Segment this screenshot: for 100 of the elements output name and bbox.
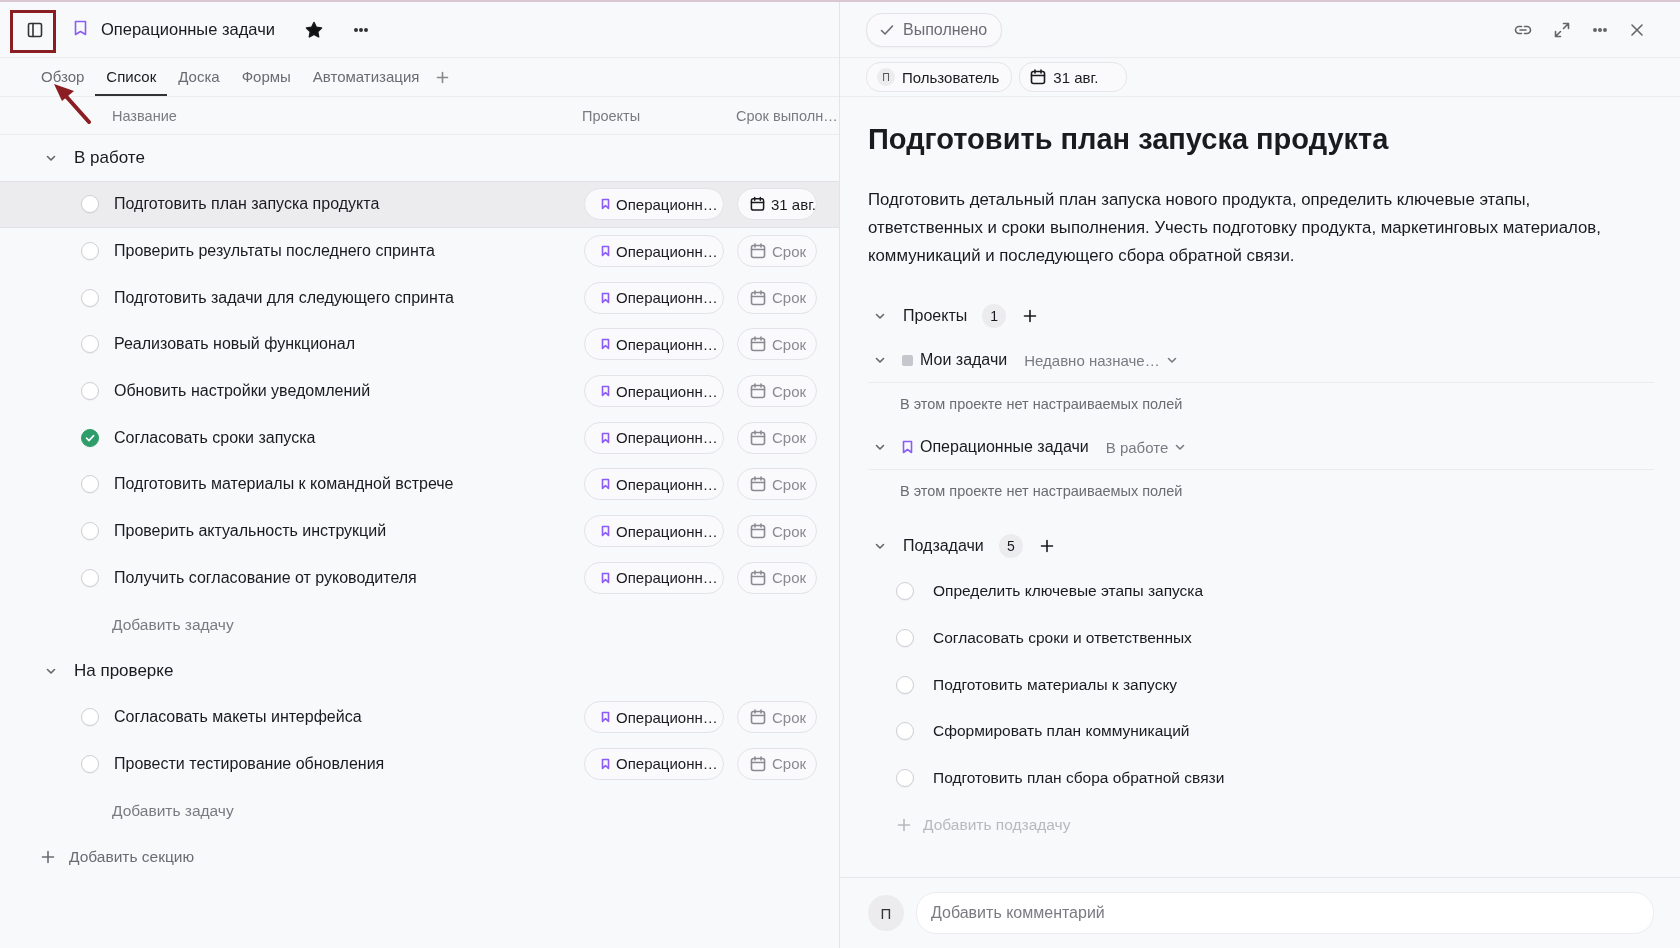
task-name: Получить согласование от руководителя xyxy=(114,568,418,587)
task-description: Подготовить детальный план запуска нового продукта, определить ключевые этапы, ответственных и сроки выполнения. Учесть подготовку продукта, маркетинговых материалов, коммуникаций и последующего сбора обратной связи. xyxy=(868,189,1602,267)
due-date-chip[interactable]: 31 авг. xyxy=(737,188,817,221)
highlight-frame xyxy=(10,10,56,53)
calendar-icon xyxy=(750,755,766,772)
task-name: Подготовить материалы к командной встрече xyxy=(114,475,455,494)
task-row[interactable]: Подготовить материалы к командной встрече Операционн… Срок xyxy=(0,461,839,508)
add-icon[interactable] xyxy=(1039,539,1054,553)
empty-fields-note: В этом проекте нет настраиваемых полей xyxy=(900,396,1183,412)
check-circle[interactable] xyxy=(81,242,99,261)
calendar-icon xyxy=(750,289,766,306)
check-circle[interactable] xyxy=(896,675,914,694)
project-name[interactable]: Мои задачи xyxy=(920,351,1008,369)
subtask-name[interactable]: Определить ключевые этапы запуска xyxy=(933,582,1204,601)
check-circle[interactable] xyxy=(81,475,99,494)
subtask-name[interactable]: Сформировать план коммуникаций xyxy=(933,722,1190,741)
task-row[interactable]: Проверить результаты последнего спринта Операционн… Срок xyxy=(0,227,839,275)
check-circle[interactable] xyxy=(81,754,99,773)
check-circle[interactable] xyxy=(896,769,914,788)
add-task-link[interactable]: Добавить задачу xyxy=(112,615,234,634)
project-chip[interactable]: Операционн… xyxy=(584,701,724,734)
project-name[interactable]: Операционные задачи xyxy=(920,438,1089,456)
project-chip[interactable]: Операционн… xyxy=(584,328,724,361)
project-chip[interactable]: Операционн… xyxy=(584,421,724,454)
bookmark-icon xyxy=(601,198,610,211)
task-row[interactable]: Обновить настройки уведомлений Операционн… Срок xyxy=(0,367,839,415)
bookmark-icon xyxy=(601,571,610,584)
check-circle[interactable] xyxy=(81,195,99,214)
task-name: Подготовить задачи для следующего спринта xyxy=(114,288,455,307)
tab[interactable]: Автоматизация xyxy=(301,58,431,96)
calendar-icon xyxy=(750,243,766,260)
task-row[interactable]: Получить согласование от руководителя Операционн… Срок xyxy=(0,554,839,602)
bookmark-icon xyxy=(601,711,610,724)
section-title: На проверке xyxy=(74,660,174,681)
sidebar-toggle-icon[interactable] xyxy=(27,21,43,38)
check-circle[interactable] xyxy=(81,382,99,401)
subtask-name[interactable]: Согласовать сроки и ответственных xyxy=(933,629,1192,648)
due-date-chip[interactable]: 31 авг. xyxy=(1019,62,1128,92)
add-icon[interactable] xyxy=(1023,309,1038,323)
project-chip[interactable]: Операционн… xyxy=(584,468,724,501)
subtask-name[interactable]: Подготовить материалы к запуску xyxy=(933,675,1178,694)
tab[interactable]: Доска xyxy=(167,58,231,96)
task-row[interactable]: Согласовать макеты интерфейса Операционн… Срок xyxy=(0,693,839,741)
task-row[interactable]: Провести тестирование обновления Операционн… Срок xyxy=(0,740,839,788)
calendar-icon xyxy=(750,336,766,353)
calendar-icon xyxy=(750,196,765,213)
expand-icon[interactable] xyxy=(1554,21,1570,38)
check-circle[interactable] xyxy=(81,568,99,587)
task-name: Согласовать макеты интерфейса xyxy=(114,708,363,727)
task-row[interactable]: Подготовить план запуска продукта Операционн… 31 авг. xyxy=(0,181,839,228)
project-chip[interactable]: Операционн… xyxy=(584,235,724,268)
calendar-icon xyxy=(750,383,766,400)
column-header[interactable]: Срок выполн… xyxy=(736,107,839,124)
task-row[interactable]: Реализовать новый функционал Операционн… Срок xyxy=(0,321,839,368)
star-icon[interactable] xyxy=(305,20,323,39)
bookmark-icon xyxy=(74,19,87,36)
check-circle[interactable] xyxy=(896,629,914,648)
section-dropdown[interactable]: В работе xyxy=(1105,438,1187,456)
section-title: Подзадачи xyxy=(903,537,984,555)
check-circle[interactable] xyxy=(81,708,99,727)
column-header[interactable]: Проекты xyxy=(582,107,736,124)
task-name: Проверить актуальность инструкций xyxy=(114,522,388,541)
section-title: Проекты xyxy=(903,307,968,325)
comment-field[interactable]: Добавить комментарий xyxy=(916,892,1654,934)
project-chip[interactable]: Операционн… xyxy=(584,188,724,221)
check-circle[interactable] xyxy=(896,582,914,601)
project-chip[interactable]: Операционн… xyxy=(584,375,724,408)
calendar-icon xyxy=(1030,69,1047,85)
avatar: П xyxy=(877,68,895,86)
task-row[interactable]: Согласовать сроки запуска Операционн… Срок xyxy=(0,414,839,462)
task-row[interactable]: Проверить актуальность инструкций Операционн… Срок xyxy=(0,507,839,555)
add-tab-icon[interactable] xyxy=(436,70,450,84)
project-chip[interactable]: Операционн… xyxy=(584,281,724,314)
check-circle[interactable] xyxy=(81,288,99,307)
close-icon[interactable] xyxy=(1630,22,1644,37)
square-icon xyxy=(902,354,913,366)
calendar-icon xyxy=(750,429,766,446)
subtask-name[interactable]: Подготовить план сбора обратной связи xyxy=(933,769,1225,788)
project-chip[interactable]: Операционн… xyxy=(584,515,724,548)
add-section-link[interactable]: Добавить секцию xyxy=(69,847,195,866)
check-circle[interactable] xyxy=(81,335,99,354)
check-circle[interactable] xyxy=(896,722,914,741)
assignee-chip[interactable]: П Пользователь xyxy=(866,62,1013,92)
mark-complete-button[interactable]: Выполнено xyxy=(866,12,1003,47)
column-header[interactable]: Название xyxy=(0,107,582,124)
tab[interactable]: Формы xyxy=(230,58,302,96)
bookmark-icon xyxy=(601,525,610,538)
project-title: Операционные задачи xyxy=(101,20,275,39)
tab[interactable]: Обзор xyxy=(30,58,96,96)
project-chip[interactable]: Операционн… xyxy=(584,747,724,780)
plus-icon[interactable] xyxy=(41,849,55,864)
add-task-link[interactable]: Добавить задачу xyxy=(112,801,234,820)
project-chip[interactable]: Операционн… xyxy=(584,561,724,594)
avatar: П xyxy=(868,895,904,931)
check-circle[interactable] xyxy=(81,522,99,541)
tab[interactable]: Список xyxy=(95,58,168,96)
calendar-icon xyxy=(750,709,766,726)
task-row[interactable]: Подготовить задачи для следующего спринта Операционн… Срок xyxy=(0,274,839,322)
section-dropdown[interactable]: Недавно назначе… xyxy=(1024,351,1178,369)
checked-circle[interactable] xyxy=(81,428,99,447)
